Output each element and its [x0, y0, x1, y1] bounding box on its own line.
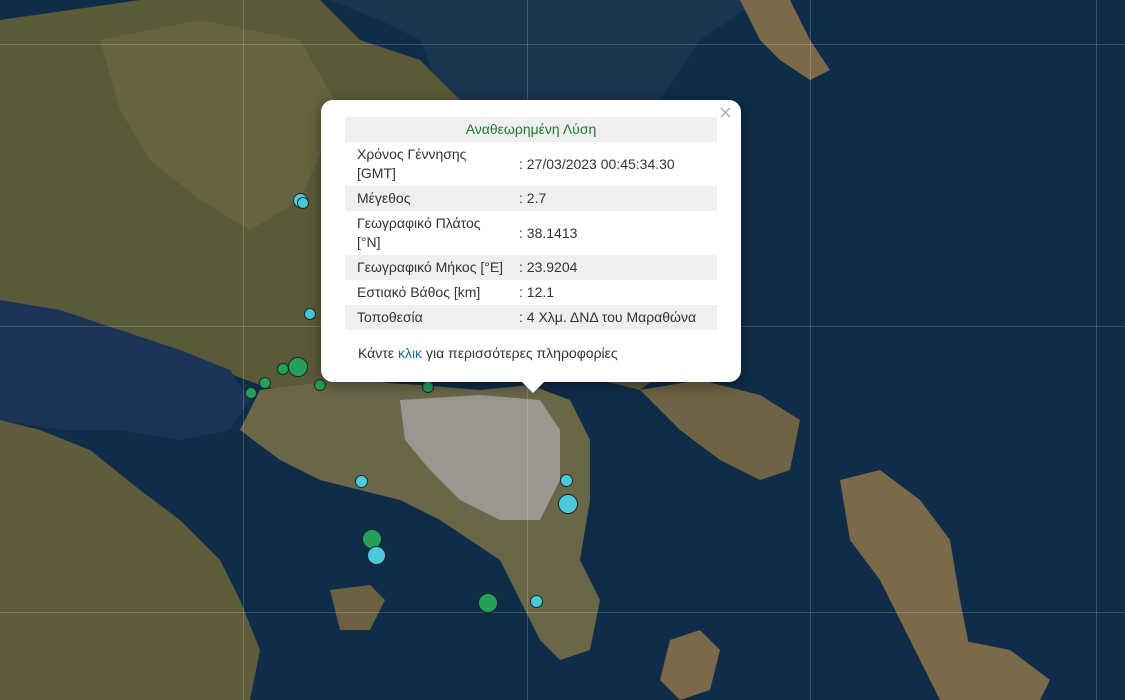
earthquake-marker[interactable]: [560, 474, 573, 487]
depth-label: Εστιακό Βάθος [km]: [357, 284, 481, 300]
earthquake-marker[interactable]: [558, 494, 578, 514]
location-label: Τοποθεσία: [345, 305, 517, 330]
table-row: Εστιακό Βάθος [km] : 12.1: [345, 280, 717, 305]
more-info-line: Κάντε κλικ για περισσότερες πληροφορίες: [358, 345, 618, 361]
grid-line-vertical: [810, 0, 811, 700]
more-info-prefix: Κάντε: [358, 345, 395, 361]
earthquake-marker[interactable]: [422, 381, 434, 393]
satellite-map[interactable]: × Αναθεωρημένη Λύση Χρόνος Γέννησης [GMT…: [0, 0, 1125, 700]
location-value: : 4 Χλμ. ΔΝΔ του Μαραθώνα: [517, 305, 717, 330]
earthquake-marker[interactable]: [314, 379, 326, 391]
more-info-link[interactable]: κλικ: [398, 345, 422, 361]
table-row: Τοποθεσία : 4 Χλμ. ΔΝΔ του Μαραθώνα: [345, 305, 717, 330]
earthquake-info-table: Αναθεωρημένη Λύση Χρόνος Γέννησης [GMT] …: [345, 117, 717, 330]
earthquake-marker[interactable]: [304, 308, 316, 320]
earthquake-marker[interactable]: [478, 593, 498, 613]
popup-tip: [521, 381, 545, 393]
grid-line-vertical: [243, 0, 244, 700]
earthquake-marker[interactable]: [367, 546, 386, 565]
depth-value: : 12.1: [519, 284, 555, 300]
grid-line-horizontal: [0, 44, 1125, 45]
table-row: Χρόνος Γέννησης [GMT] : 27/03/2023 00:45…: [345, 142, 717, 186]
table-row: Μέγεθος : 2.7: [345, 186, 717, 211]
grid-line-vertical: [1096, 0, 1097, 700]
origin-time-label: Χρόνος Γέννησης [GMT]: [357, 146, 467, 181]
earthquake-marker[interactable]: [355, 475, 368, 488]
magnitude-value: : 2.7: [517, 186, 717, 211]
latitude-label: Γεωγραφικό Πλάτος [°N]: [357, 215, 481, 250]
longitude-label: Γεωγραφικό Μήκος [°E]: [345, 255, 517, 280]
longitude-value: : 23.9204: [517, 255, 717, 280]
origin-time-value: : 27/03/2023 00:45:34.30: [519, 155, 675, 172]
latitude-value: : 38.1413: [519, 224, 578, 241]
table-row: Γεωγραφικό Πλάτος [°N] : 38.1413: [345, 211, 717, 255]
table-header-row: Αναθεωρημένη Λύση: [345, 117, 717, 142]
more-info-suffix: για περισσότερες πληροφορίες: [425, 345, 618, 361]
earthquake-marker[interactable]: [259, 377, 271, 389]
earthquake-marker[interactable]: [245, 387, 257, 399]
earthquake-info-popup: × Αναθεωρημένη Λύση Χρόνος Γέννησης [GMT…: [321, 100, 741, 382]
earthquake-marker[interactable]: [277, 363, 289, 375]
grid-line-horizontal: [0, 612, 1125, 613]
solution-title: Αναθεωρημένη Λύση: [345, 117, 717, 142]
table-row: Γεωγραφικό Μήκος [°E] : 23.9204: [345, 255, 717, 280]
earthquake-marker[interactable]: [297, 197, 309, 209]
magnitude-label: Μέγεθος: [345, 186, 517, 211]
earthquake-marker[interactable]: [288, 357, 308, 377]
earthquake-marker[interactable]: [530, 595, 543, 608]
close-popup-button[interactable]: ×: [718, 104, 733, 122]
